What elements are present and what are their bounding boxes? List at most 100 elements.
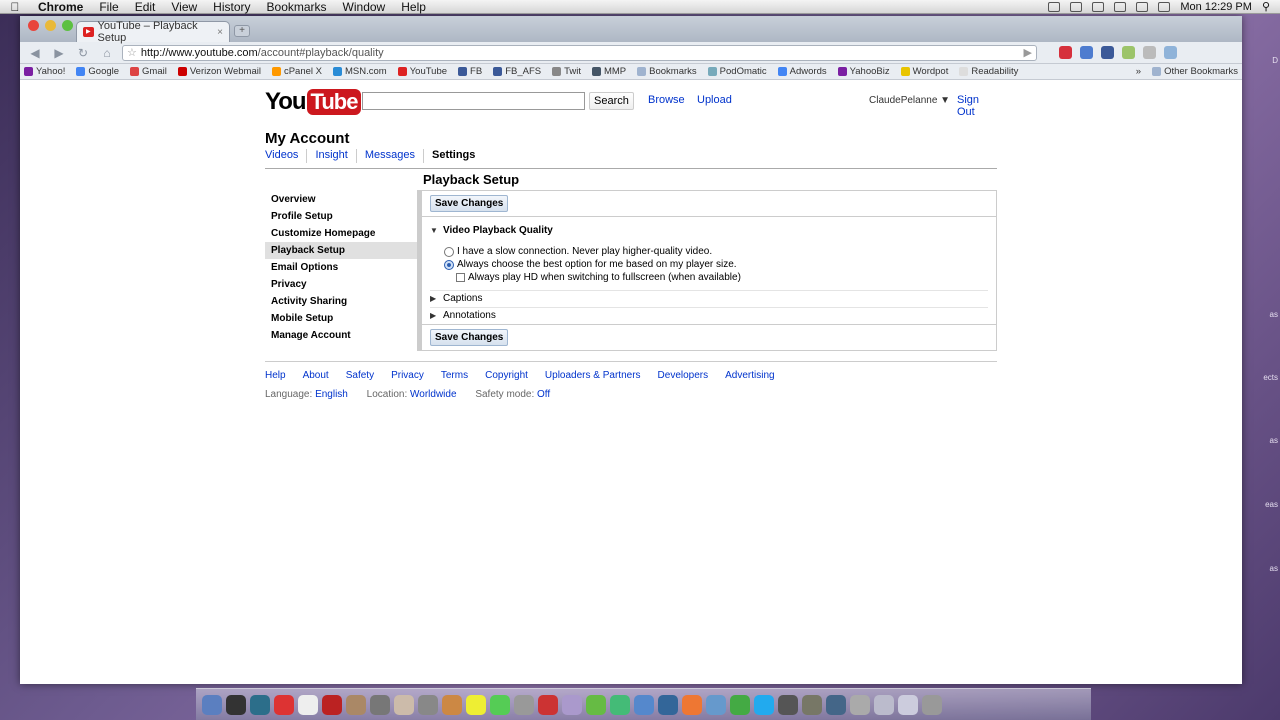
extension-icon[interactable] [1143, 46, 1156, 59]
sidebar-item-mobile-setup[interactable]: Mobile Setup [265, 310, 417, 327]
other-bookmarks[interactable]: Other Bookmarks [1152, 66, 1238, 77]
spotlight-icon[interactable]: ⚲ [1262, 0, 1270, 13]
status-menu-icon[interactable] [1048, 1, 1061, 12]
app-icon[interactable] [802, 694, 822, 715]
menu-bookmarks[interactable]: Bookmarks [259, 0, 335, 14]
bookmark-readability[interactable]: Readability [959, 66, 1018, 77]
bookmark-gmail[interactable]: Gmail [130, 66, 167, 77]
facebook-icon[interactable] [1101, 46, 1114, 59]
back-icon[interactable]: ◀ [26, 45, 44, 61]
app-icon[interactable] [826, 694, 846, 715]
battery-icon[interactable] [1136, 1, 1149, 12]
option-best-size[interactable]: Always choose the best option for me bas… [444, 258, 988, 271]
calendar-icon[interactable] [298, 694, 318, 715]
sidebar-item-manage-account[interactable]: Manage Account [265, 327, 417, 344]
browser-tab-active[interactable]: ▶ YouTube – Playback Setup × [76, 20, 230, 44]
app-icon[interactable] [322, 694, 342, 715]
finder-icon[interactable] [202, 694, 222, 715]
language-link[interactable]: English [315, 389, 348, 400]
radio-best-size[interactable] [444, 259, 454, 270]
search-button[interactable]: Search [589, 92, 634, 110]
footer-link-about[interactable]: About [303, 370, 329, 381]
sidebar-item-activity-sharing[interactable]: Activity Sharing [265, 293, 417, 310]
menu-edit[interactable]: Edit [127, 0, 164, 14]
bookmark-google[interactable]: Google [76, 66, 119, 77]
footer-link-terms[interactable]: Terms [441, 370, 468, 381]
tab-insight[interactable]: Insight [306, 149, 355, 163]
sidebar-item-privacy[interactable]: Privacy [265, 276, 417, 293]
skype-icon[interactable] [754, 694, 774, 715]
menu-help[interactable]: Help [393, 0, 434, 14]
tab-settings[interactable]: Settings [423, 149, 483, 163]
bookmark-yahoobiz[interactable]: YahooBiz [837, 66, 890, 77]
user-menu[interactable]: ClaudePelanne ▼ [869, 95, 950, 106]
quality-section-header[interactable]: ▼ Video Playback Quality [430, 223, 988, 237]
forward-icon[interactable]: ▶ [50, 45, 68, 61]
extension-icon[interactable] [1122, 46, 1135, 59]
checkbox-hd-fullscreen[interactable] [456, 273, 465, 282]
extension-icon[interactable] [1164, 46, 1177, 59]
bookmarks-overflow-icon[interactable]: » [1136, 66, 1141, 77]
close-window-button[interactable] [28, 20, 39, 31]
app-icon[interactable] [466, 694, 486, 715]
home-icon[interactable]: ⌂ [98, 45, 116, 61]
apple-menu-icon[interactable]:  [0, 0, 30, 14]
minimize-window-button[interactable] [45, 20, 56, 31]
option-hd-fullscreen[interactable]: Always play HD when switching to fullscr… [444, 271, 988, 284]
zoom-window-button[interactable] [62, 20, 73, 31]
app-icon[interactable] [394, 694, 414, 715]
time-machine-icon[interactable] [1070, 1, 1083, 12]
sign-out-link[interactable]: Sign Out [957, 94, 997, 118]
upload-link[interactable]: Upload [697, 94, 732, 106]
quicktime-icon[interactable] [274, 694, 294, 715]
bookmark-yahoo[interactable]: Yahoo! [24, 66, 65, 77]
app-icon[interactable] [658, 694, 678, 715]
captions-section-header[interactable]: ▶ Captions [430, 291, 988, 305]
menu-window[interactable]: Window [335, 0, 394, 14]
trash-icon[interactable] [922, 694, 942, 715]
save-changes-button[interactable]: Save Changes [430, 329, 509, 346]
dashboard-icon[interactable] [226, 694, 246, 715]
option-slow-connection[interactable]: I have a slow connection. Never play hig… [444, 245, 988, 258]
app-icon[interactable] [490, 694, 510, 715]
tab-messages[interactable]: Messages [355, 149, 423, 163]
firefox-icon[interactable] [682, 694, 702, 715]
safety-mode-link[interactable]: Off [537, 389, 550, 400]
footer-link-privacy[interactable]: Privacy [391, 370, 424, 381]
app-icon[interactable] [346, 694, 366, 715]
extension-icon[interactable] [1080, 46, 1093, 59]
app-icon[interactable] [706, 694, 726, 715]
app-icon[interactable] [370, 694, 390, 715]
go-icon[interactable]: ▶ [1024, 46, 1032, 59]
safari-icon[interactable] [250, 694, 270, 715]
bluetooth-icon[interactable] [1092, 1, 1105, 12]
bookmark-fb[interactable]: FB [458, 66, 482, 77]
sidebar-item-profile-setup[interactable]: Profile Setup [265, 208, 417, 225]
menu-view[interactable]: View [163, 0, 205, 14]
menu-history[interactable]: History [205, 0, 258, 14]
search-input[interactable] [362, 92, 585, 110]
location-link[interactable]: Worldwide [410, 389, 457, 400]
menu-file[interactable]: File [91, 0, 126, 14]
annotations-section-header[interactable]: ▶ Annotations [430, 308, 988, 322]
footer-link-copyright[interactable]: Copyright [485, 370, 528, 381]
bookmark-podomatic[interactable]: PodOmatic [707, 66, 767, 77]
extension-icon[interactable] [1059, 46, 1072, 59]
app-icon[interactable] [778, 694, 798, 715]
app-icon[interactable] [874, 694, 894, 715]
address-bar[interactable]: ☆ http://www.youtube.com/account#playbac… [122, 44, 1037, 61]
documents-stack-icon[interactable] [898, 694, 918, 715]
guitar-icon[interactable] [442, 694, 462, 715]
app-icon[interactable] [562, 694, 582, 715]
new-tab-button[interactable]: + [234, 25, 250, 37]
bookmark-youtube[interactable]: YouTube [397, 66, 447, 77]
bookmark-fb-afs[interactable]: FB_AFS [493, 66, 541, 77]
app-icon[interactable] [514, 694, 534, 715]
bookmark-wordpot[interactable]: Wordpot [900, 66, 948, 77]
footer-link-help[interactable]: Help [265, 370, 286, 381]
app-icon[interactable] [586, 694, 606, 715]
app-icon[interactable] [634, 694, 654, 715]
sidebar-item-overview[interactable]: Overview [265, 191, 417, 208]
radio-slow-connection[interactable] [444, 246, 454, 257]
wifi-icon[interactable] [1114, 1, 1127, 12]
